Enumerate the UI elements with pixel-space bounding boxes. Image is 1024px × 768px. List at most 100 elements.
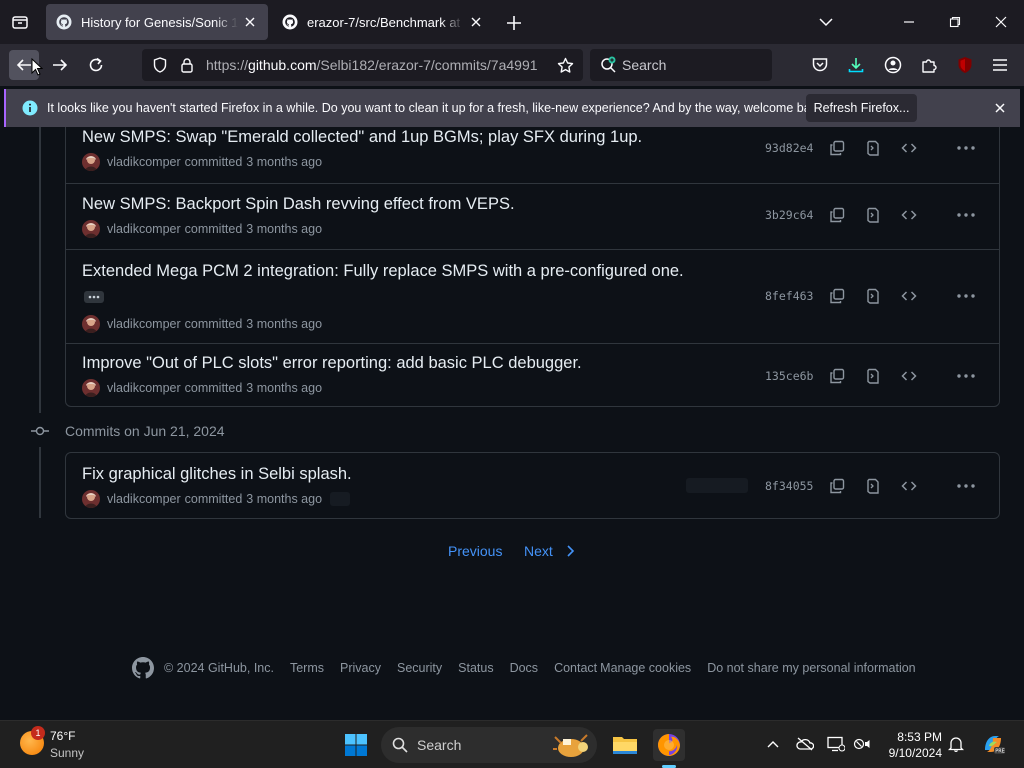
footer-link-terms[interactable]: Terms — [290, 661, 324, 675]
browse-repository-icon[interactable] — [864, 206, 882, 224]
commit-title-link[interactable]: New SMPS: Backport Spin Dash revving eff… — [82, 195, 515, 214]
search-icon — [392, 737, 408, 753]
info-icon — [22, 100, 38, 116]
system-clock[interactable]: 8:53 PM 9/10/2024 — [884, 729, 942, 761]
more-options-icon[interactable] — [957, 287, 975, 305]
tab-overflow-chevron-down-icon[interactable] — [814, 10, 838, 34]
file-explorer-icon[interactable] — [609, 729, 641, 761]
forward-arrow-icon[interactable] — [45, 50, 75, 80]
footer-link-status[interactable]: Status — [458, 661, 493, 675]
footer-link-privacy[interactable]: Privacy — [340, 661, 381, 675]
bookmark-star-icon[interactable] — [557, 57, 574, 73]
author-avatar[interactable] — [82, 315, 100, 333]
author-avatar[interactable] — [82, 220, 100, 238]
view-code-icon[interactable] — [900, 367, 918, 385]
author-link[interactable]: vladikcomper — [107, 492, 181, 506]
new-tab-plus-icon[interactable] — [503, 12, 525, 34]
weather-condition[interactable]: Sunny — [50, 746, 84, 760]
copy-sha-icon[interactable] — [828, 287, 846, 305]
list-all-tabs-icon[interactable] — [8, 10, 32, 34]
browse-repository-icon[interactable] — [864, 477, 882, 495]
refresh-firefox-button[interactable]: Refresh Firefox... — [806, 94, 917, 122]
more-options-icon[interactable] — [957, 139, 975, 157]
commit-title-link[interactable]: Fix graphical glitches in Selbi splash. — [82, 465, 352, 484]
timeline-line — [39, 127, 41, 413]
author-avatar[interactable] — [82, 153, 100, 171]
ublock-shield-icon[interactable] — [954, 54, 976, 76]
footer-link-docs[interactable]: Docs — [510, 661, 538, 675]
copy-sha-icon[interactable] — [828, 206, 846, 224]
search-highlight-illustration-icon — [547, 731, 593, 759]
commit-sha-link[interactable]: 8fef463 — [765, 289, 813, 303]
commit-row: Improve "Out of PLC slots" error reporti… — [66, 343, 999, 407]
tab-github-benchmark[interactable]: erazor-7/src/Benchmark at master — [272, 4, 494, 40]
view-code-icon[interactable] — [900, 139, 918, 157]
commit-sha-link[interactable]: 93d82e4 — [765, 141, 813, 155]
url-bar[interactable]: https://github.com/Selbi182/erazor-7/com… — [142, 49, 583, 81]
firefox-app-icon[interactable] — [653, 729, 685, 761]
commit-sha-link[interactable]: 3b29c64 — [765, 208, 813, 222]
author-link[interactable]: vladikcomper — [107, 155, 181, 169]
taskbar-search-box[interactable]: Search — [381, 727, 597, 763]
tracking-protection-shield-icon[interactable] — [152, 57, 168, 73]
minimize-window-icon[interactable] — [897, 10, 921, 34]
commit-title-link[interactable]: New SMPS: Swap "Emerald collected" and 1… — [82, 128, 642, 147]
previous-page-link[interactable]: Previous — [448, 543, 502, 559]
browse-repository-icon[interactable] — [864, 287, 882, 305]
view-code-icon[interactable] — [900, 206, 918, 224]
commit-list: Fix graphical glitches in Selbi splash. … — [65, 452, 1000, 519]
weather-temperature[interactable]: 76°F — [50, 729, 75, 743]
next-page-link[interactable]: Next — [524, 543, 575, 559]
hamburger-menu-icon[interactable] — [989, 54, 1011, 76]
weather-alert-badge: 1 — [31, 726, 45, 740]
expand-description-button[interactable] — [84, 291, 104, 303]
show-hidden-icons-chevron-up-icon[interactable] — [764, 735, 782, 753]
network-volume-icon[interactable] — [853, 735, 871, 753]
view-code-icon[interactable] — [900, 477, 918, 495]
extensions-puzzle-icon[interactable] — [918, 54, 940, 76]
url-text[interactable]: https://github.com/Selbi182/erazor-7/com… — [206, 57, 550, 73]
copy-sha-icon[interactable] — [828, 367, 846, 385]
author-link[interactable]: vladikcomper — [107, 222, 181, 236]
author-link[interactable]: vladikcomper — [107, 381, 181, 395]
restore-window-icon[interactable] — [943, 10, 967, 34]
footer-link-contact[interactable]: Contact — [554, 661, 597, 675]
close-tab-icon[interactable] — [468, 14, 484, 30]
pocket-icon[interactable] — [809, 54, 831, 76]
reload-icon[interactable] — [81, 50, 111, 80]
browse-repository-icon[interactable] — [864, 139, 882, 157]
author-avatar[interactable] — [82, 490, 100, 508]
commit-title-link[interactable]: Improve "Out of PLC slots" error reporti… — [82, 354, 582, 373]
footer-link-do-not-share[interactable]: Do not share my personal information — [707, 661, 915, 675]
browse-repository-icon[interactable] — [864, 367, 882, 385]
more-options-icon[interactable] — [957, 206, 975, 224]
refresh-firefox-notification: It looks like you haven't started Firefo… — [4, 89, 1020, 127]
windows-start-icon[interactable] — [344, 733, 368, 757]
onedrive-offline-icon[interactable] — [796, 735, 814, 753]
view-code-icon[interactable] — [900, 287, 918, 305]
close-notification-icon[interactable] — [992, 100, 1008, 116]
commit-sha-link[interactable]: 135ce6b — [765, 369, 813, 383]
downloads-icon[interactable] — [845, 54, 867, 76]
more-options-icon[interactable] — [957, 477, 975, 495]
footer-link-security[interactable]: Security — [397, 661, 442, 675]
copy-sha-icon[interactable] — [828, 139, 846, 157]
tab-github-history[interactable]: History for Genesis/Sonic 1 - ERAZOR — [46, 4, 268, 40]
account-icon[interactable] — [882, 54, 904, 76]
author-link[interactable]: vladikcomper — [107, 317, 181, 331]
svg-text:PRE: PRE — [995, 749, 1005, 755]
commit-title-link[interactable]: Extended Mega PCM 2 integration: Fully r… — [82, 262, 684, 281]
more-options-icon[interactable] — [957, 367, 975, 385]
copilot-icon[interactable]: PRE — [981, 732, 1005, 756]
copy-sha-icon[interactable] — [828, 477, 846, 495]
github-logo-icon[interactable] — [132, 657, 154, 679]
author-avatar[interactable] — [82, 379, 100, 397]
lock-icon[interactable] — [179, 57, 195, 73]
footer-link-manage-cookies[interactable]: Manage cookies — [600, 661, 691, 675]
notifications-bell-icon[interactable] — [947, 735, 965, 753]
commit-sha-link[interactable]: 8f34055 — [765, 479, 813, 493]
search-bar[interactable]: Search — [590, 49, 772, 81]
display-monitor-icon[interactable] — [827, 735, 845, 753]
close-window-icon[interactable] — [989, 10, 1013, 34]
close-tab-icon[interactable] — [242, 14, 258, 30]
